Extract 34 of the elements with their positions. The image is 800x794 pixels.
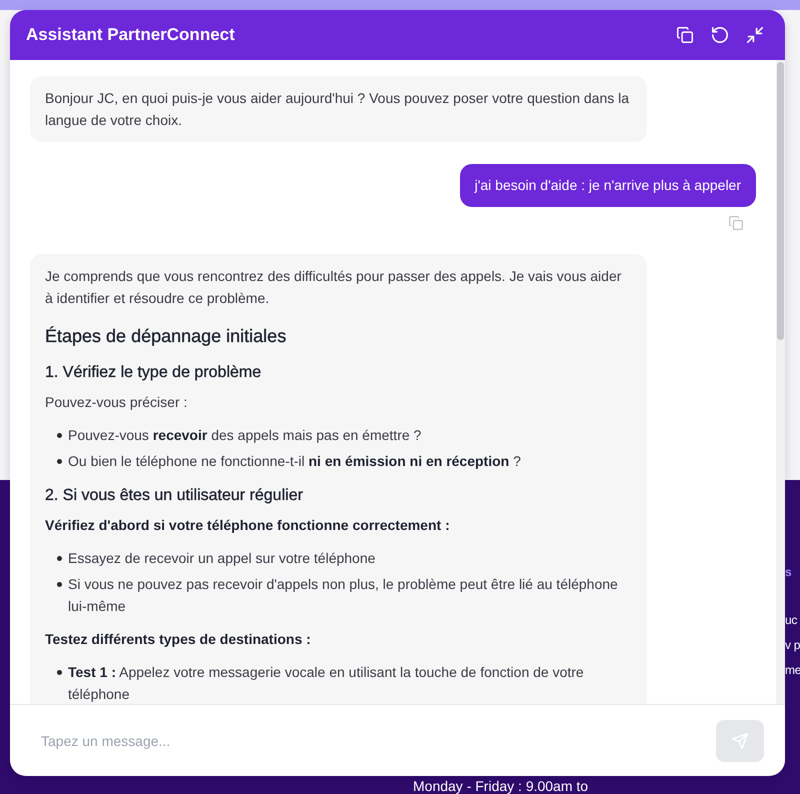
message-text: Vérifiez d'abord si votre téléphone fonctionne correctement : [45, 516, 451, 535]
scrollbar-thumb[interactable] [777, 62, 784, 340]
message-input[interactable]: Tapez un message... [30, 720, 704, 760]
list-item-text: Pouvez-vous recevoir des appels mais pas en émettre ? [68, 426, 422, 445]
message-text: Pouvez-vous préciser : [45, 393, 188, 412]
message-text: Bonjour JC, en quoi puis-je vous aider aujourd'hui ? Vous pouvez poser votre question dans la langue de votre choix. [45, 89, 630, 130]
list-item-text: Si vous ne pouvez pas recevoir d'appels non plus, le problème peut être lié au téléphone lui-même [68, 575, 619, 616]
bullet-icon [57, 433, 62, 438]
message-heading: Étapes de dépannage initiales [45, 325, 288, 348]
background-text: s [785, 564, 792, 581]
bullet-icon [57, 459, 62, 464]
copy-icon [729, 216, 743, 230]
bullet-icon [57, 556, 62, 561]
message-subheading: 2. Si vous êtes un utilisateur régulier [45, 486, 304, 506]
refresh-icon [712, 27, 728, 43]
minimize-button[interactable] [747, 27, 763, 43]
copy-button[interactable] [677, 27, 693, 43]
list-item-text: Test 1 : Appelez votre messagerie vocale en utilisant la touche de fonction de votre téléphone [68, 663, 585, 704]
bullet-icon [57, 582, 62, 587]
list-item-text: Ou bien le téléphone ne fonctionne-t-il ni en émission ni en réception ? [68, 452, 522, 471]
list-item-text: Essayez de recevoir un appel sur votre téléphone [68, 549, 376, 568]
message-text: Testez différents types de destinations : [45, 630, 312, 649]
message-subheading: 1. Vérifiez le type de problème [45, 363, 262, 383]
background-text: v p [785, 637, 800, 654]
background-text: uc [785, 612, 798, 629]
minimize-icon [747, 27, 763, 43]
user-message: j'ai besoin d'aide : je n'arrive plus à appeler [460, 164, 756, 207]
bullet-icon [57, 670, 62, 675]
send-icon [732, 732, 748, 748]
refresh-button[interactable] [712, 27, 728, 43]
opening-hours-text: Monday - Friday : 9.00am to [413, 778, 588, 794]
message-text: Je comprends que vous rencontrez des difficultés pour passer des appels. Je vais vous aider à identifier et résoudre ce problème. [45, 267, 622, 308]
chat-title: Assistant PartnerConnect [26, 25, 236, 45]
copy-icon [677, 27, 693, 43]
